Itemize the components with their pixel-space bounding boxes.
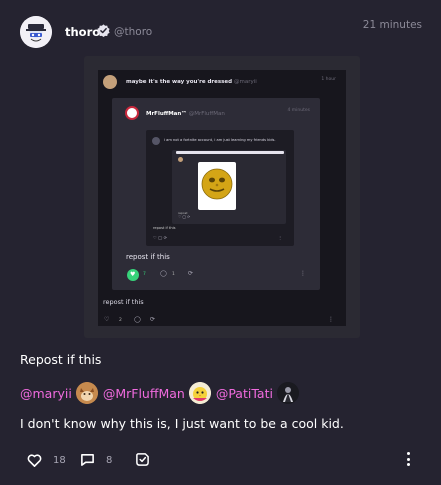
embedded-second-dots-icon: ⋮ (300, 270, 306, 277)
embedded-repost-icon: ⟳ (188, 270, 194, 277)
post-timestamp: 21 minutes (362, 19, 422, 31)
embedded-third-text: i am not a fortnite account, i am just l… (164, 138, 276, 142)
embedded-title: maybe it's the way you're dressed @maryi… (126, 79, 257, 85)
chick-avatar-icon (188, 382, 211, 404)
embedded-fourth-avatar (178, 157, 183, 162)
repost-icon[interactable] (135, 452, 150, 467)
embedded-screenshot[interactable]: maybe it's the way you're dressed @maryi… (0, 0, 441, 485)
verified-badge-icon (97, 24, 110, 37)
post-text-line-3: I don't know why this is, I just want to… (20, 416, 344, 431)
mini-heart-icon: ♡ ◯ ⟳ (178, 215, 191, 219)
dark-figure-avatar-icon (276, 382, 299, 404)
reply-count: 8 (106, 455, 113, 466)
like-heart-icon[interactable] (27, 453, 42, 468)
embedded-third-card (146, 130, 294, 246)
embedded-time: 1 hour (321, 77, 336, 82)
embedded-outer-reply-icon: ◯ (134, 316, 141, 323)
embedded-fourth-card (172, 150, 286, 224)
embedded-title-text: maybe it's the way you're dressed (126, 79, 233, 85)
embedded-second-reply-count: 1 (172, 272, 175, 277)
embedded-third-avatar (152, 137, 160, 145)
fox-avatar-icon (75, 382, 98, 404)
embedded-second-handle: @MrFluffMan (188, 111, 225, 117)
embedded-second-time: 4 minutes (287, 108, 310, 113)
mention-row: @maryii @MrFluffMan @PatiTati (20, 381, 299, 405)
moon-face-icon (201, 168, 233, 200)
mention-maryii[interactable]: @maryii (20, 386, 72, 401)
author-handle[interactable]: @thoro (114, 26, 152, 38)
mention-patitati-avatar (276, 382, 299, 404)
mention-patitati[interactable]: @PatiTati (216, 386, 273, 401)
like-count: 18 (53, 455, 66, 466)
embedded-outer-heart-icon: ♡ (104, 316, 110, 323)
embedded-fourth-footer: repost (178, 211, 188, 215)
embedded-heart-icon: ♥ (130, 271, 136, 278)
post-text-line-1: Repost if this (20, 352, 102, 367)
embedded-text-bar (176, 151, 284, 154)
embedded-like-badge (127, 269, 139, 281)
embedded-inner-card (112, 98, 320, 290)
embedded-outer-repost-icon: ⟳ (150, 316, 156, 323)
embedded-second-like-count: 7 (143, 272, 146, 277)
embedded-title-handle: @maryii (233, 79, 257, 85)
embedded-second-title-text: MrFluffMan™ (146, 111, 187, 117)
embedded-outer-repost: repost if this (103, 298, 144, 306)
embedded-outer-like-count: 2 (119, 318, 122, 323)
embedded-second-title: MrFluffMan™ @MrFluffMan (146, 111, 225, 117)
mini-actions-icon: ♡ ◯ ⟳ (153, 235, 167, 240)
mention-maryii-avatar (75, 382, 98, 404)
embedded-reply-icon: ◯ (160, 270, 167, 277)
embedded-avatar (103, 75, 117, 89)
reply-bubble-icon[interactable] (80, 452, 95, 467)
mention-mrfluffman-avatar (188, 382, 211, 404)
author-avatar[interactable] (20, 16, 52, 48)
post: thoro @thoro 21 minutes maybe it's the w… (0, 0, 441, 485)
more-options-icon[interactable] (402, 452, 414, 468)
embedded-outer-dots-icon: ⋮ (328, 316, 334, 323)
embedded-second-repost: repost if this (126, 253, 170, 261)
author-name[interactable]: thoro (65, 25, 100, 39)
embedded-second-avatar (125, 106, 139, 120)
embedded-third-footer: repost if this (153, 226, 176, 230)
embedded-image-card (198, 162, 236, 210)
ghost-avatar-icon (20, 16, 52, 48)
mention-mrfluffman[interactable]: @MrFluffMan (103, 386, 185, 401)
mini-dots-icon: ⋮ (278, 235, 282, 240)
